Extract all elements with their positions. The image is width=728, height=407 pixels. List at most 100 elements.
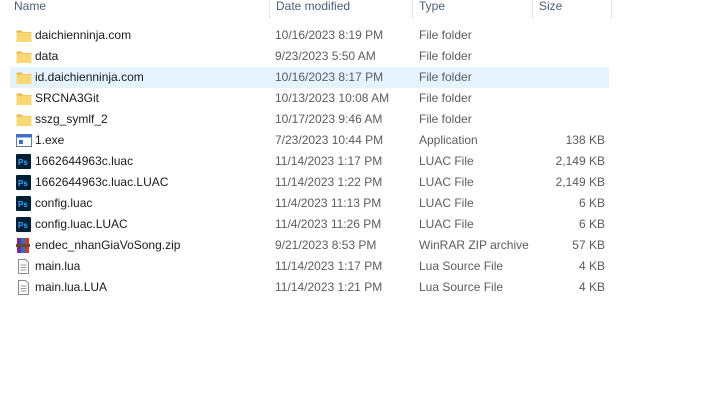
file-name: 1662644963c.luac — [35, 154, 134, 168]
column-header-date-modified[interactable]: Date modified — [270, 0, 413, 19]
svg-text:Ps: Ps — [18, 158, 28, 167]
file-row[interactable]: daichienninja.com 10/16/2023 8:19 PM File … — [0, 25, 620, 46]
file-date-modified: 7/23/2023 10:44 PM — [275, 133, 384, 147]
file-icon-cell: Ps — [16, 193, 32, 214]
file-icon-cell — [16, 25, 32, 46]
file-type: LUAC File — [419, 196, 474, 210]
file-type: File folder — [419, 28, 472, 42]
file-row[interactable]: id.daichienninja.com 10/16/2023 8:17 PM Fi… — [0, 67, 620, 88]
file-date-modified: 11/4/2023 11:13 PM — [275, 196, 382, 210]
winrar-archive-icon — [16, 238, 32, 253]
file-name: sszg_symlf_2 — [35, 112, 108, 126]
file-type: Lua Source File — [419, 280, 504, 294]
file-icon-cell — [16, 109, 32, 130]
file-icon-cell — [16, 235, 32, 256]
file-name: 1.exe — [35, 133, 65, 147]
file-size: 4 KB — [578, 259, 605, 273]
file-name: data — [35, 49, 59, 63]
file-name: endec_nhanGiaVoSong.zip — [35, 238, 181, 252]
file-size: 138 KB — [565, 133, 605, 147]
file-row[interactable]: Ps config.luac 11/4/2023 11:13 PM LUAC File… — [0, 193, 620, 214]
file-type: Lua Source File — [419, 259, 504, 273]
text-document-icon — [16, 259, 32, 274]
file-row[interactable]: sszg_symlf_2 10/17/2023 9:46 AM File folde… — [0, 109, 620, 130]
folder-icon — [16, 112, 32, 127]
file-date-modified: 11/14/2023 1:22 PM — [275, 175, 383, 189]
file-date-modified: 11/14/2023 1:21 PM — [275, 280, 383, 294]
folder-icon — [16, 49, 32, 64]
file-icon-cell — [16, 277, 32, 298]
svg-text:Ps: Ps — [18, 200, 28, 209]
file-size: 4 KB — [578, 280, 605, 294]
file-type: LUAC File — [419, 175, 474, 189]
application-icon — [16, 133, 32, 148]
file-type: File folder — [419, 112, 472, 126]
file-icon-cell — [16, 67, 32, 88]
photoshop-file-icon: Ps — [16, 196, 32, 211]
file-name: main.lua — [35, 259, 81, 273]
file-row[interactable]: Ps config.luac.LUAC 11/4/2023 11:26 PM LUAC… — [0, 214, 620, 235]
file-date-modified: 9/23/2023 5:50 AM — [275, 49, 376, 63]
file-icon-cell — [16, 88, 32, 109]
file-date-modified: 11/14/2023 1:17 PM — [275, 259, 383, 273]
photoshop-file-icon: Ps — [16, 175, 32, 190]
file-size — [540, 67, 605, 88]
file-date-modified: 10/17/2023 9:46 AM — [275, 112, 383, 126]
svg-text:Ps: Ps — [18, 221, 28, 230]
file-size: 57 KB — [572, 238, 605, 252]
column-header-row: Name Date modified Type Size — [0, 0, 612, 19]
file-icon-cell — [16, 130, 32, 151]
file-row[interactable]: 1.exe 7/23/2023 10:44 PM Application 138 KB — [0, 130, 620, 151]
file-icon-cell: Ps — [16, 172, 32, 193]
column-header-size[interactable]: Size — [533, 0, 612, 19]
column-header-type[interactable]: Type — [413, 0, 533, 19]
file-row[interactable]: data 9/23/2023 5:50 AM File folder — [0, 46, 620, 67]
file-type: Application — [419, 133, 478, 147]
photoshop-file-icon: Ps — [16, 154, 32, 169]
file-size: 2,149 KB — [555, 154, 605, 168]
folder-icon — [16, 70, 32, 85]
file-date-modified: 10/16/2023 8:19 PM — [275, 28, 384, 42]
file-size: 2,149 KB — [555, 175, 605, 189]
file-icon-cell: Ps — [16, 151, 32, 172]
file-icon-cell — [16, 46, 32, 67]
file-date-modified: 9/21/2023 8:53 PM — [275, 238, 377, 252]
file-type: File folder — [419, 70, 472, 84]
file-size — [540, 46, 605, 67]
file-name: config.luac.LUAC — [35, 217, 128, 231]
file-type: File folder — [419, 49, 472, 63]
file-name: daichienninja.com — [35, 28, 132, 42]
file-row[interactable]: Ps 1662644963c.luac.LUAC 11/14/2023 1:22 P… — [0, 172, 620, 193]
photoshop-file-icon: Ps — [16, 217, 32, 232]
file-row[interactable]: main.lua.LUA 11/14/2023 1:21 PM Lua Source… — [0, 277, 620, 298]
file-date-modified: 10/13/2023 10:08 AM — [275, 91, 390, 105]
file-type: LUAC File — [419, 217, 474, 231]
svg-text:Ps: Ps — [18, 179, 28, 188]
file-icon-cell — [16, 256, 32, 277]
file-row[interactable]: main.lua 11/14/2023 1:17 PM Lua Source Fil… — [0, 256, 620, 277]
file-date-modified: 10/16/2023 8:17 PM — [275, 70, 384, 84]
file-size — [540, 25, 605, 46]
file-type: WinRAR ZIP archive — [419, 238, 529, 252]
file-type: LUAC File — [419, 154, 474, 168]
file-name: SRCNA3Git — [35, 91, 100, 105]
file-row[interactable]: endec_nhanGiaVoSong.zip 9/21/2023 8:53 PM… — [0, 235, 620, 256]
file-size — [540, 109, 605, 130]
file-list: daichienninja.com 10/16/2023 8:19 PM File … — [0, 25, 620, 298]
file-row[interactable]: SRCNA3Git 10/13/2023 10:08 AM File folder — [0, 88, 620, 109]
file-date-modified: 11/14/2023 1:17 PM — [275, 154, 383, 168]
file-name: config.luac — [35, 196, 93, 210]
text-document-icon — [16, 280, 32, 295]
file-size: 6 KB — [578, 217, 605, 231]
file-name: id.daichienninja.com — [35, 70, 144, 84]
file-name: main.lua.LUA — [35, 280, 108, 294]
file-size — [540, 88, 605, 109]
column-header-name[interactable]: Name — [8, 0, 270, 19]
file-size: 6 KB — [578, 196, 605, 210]
file-date-modified: 11/4/2023 11:26 PM — [275, 217, 382, 231]
file-row[interactable]: Ps 1662644963c.luac 11/14/2023 1:17 PM LUAC… — [0, 151, 620, 172]
file-icon-cell: Ps — [16, 214, 32, 235]
file-name: 1662644963c.luac.LUAC — [35, 175, 169, 189]
folder-icon — [16, 28, 32, 43]
folder-icon — [16, 91, 32, 106]
